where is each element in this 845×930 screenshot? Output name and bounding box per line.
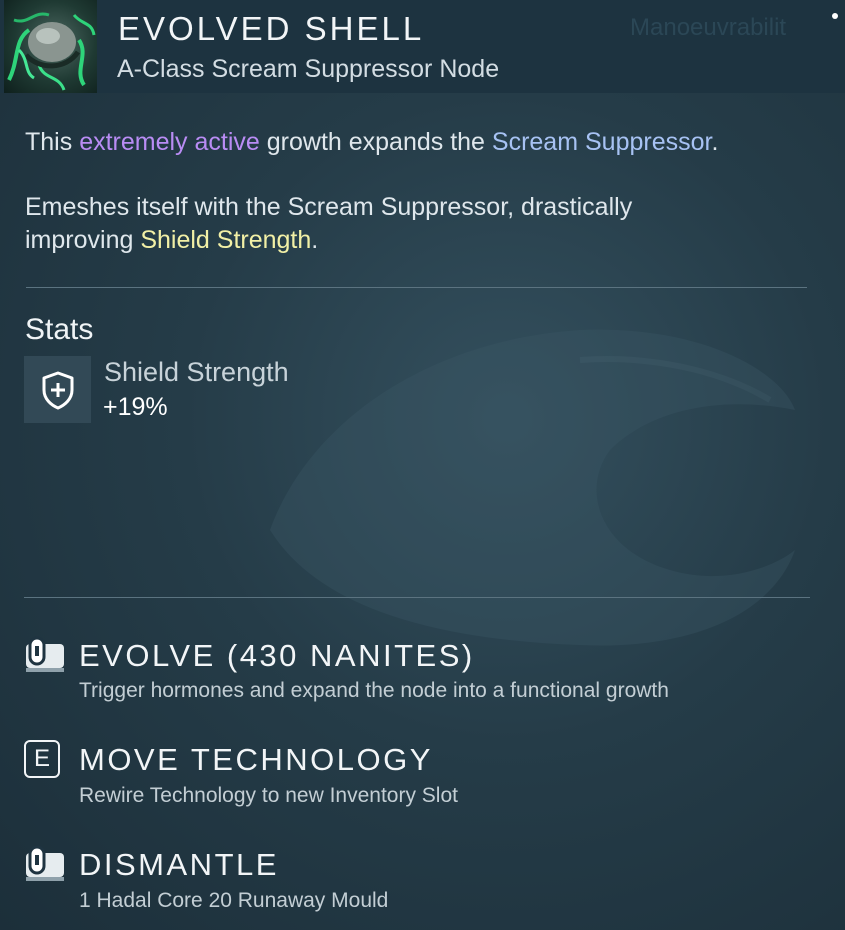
link-text: Scream Suppressor [491, 128, 712, 156]
key-e-icon: E [24, 740, 60, 778]
description-paragraph-1: This extremely active growth expands the… [25, 128, 719, 156]
divider [26, 287, 807, 288]
move-technology-action-description: Rewire Technology to new Inventory Slot [79, 784, 458, 807]
highlight-text: extremely active [79, 128, 260, 156]
mouse-left-click-icon [26, 845, 64, 881]
background-ship-silhouette [270, 329, 795, 646]
organic-shell-node-icon [4, 0, 97, 93]
stat-value: +19% [103, 393, 168, 421]
stat-name: Shield Strength [104, 357, 289, 387]
indicator-dot [832, 13, 838, 19]
evolve-action-title: EVOLVE (430 NANITES) [79, 638, 475, 673]
move-technology-action-title: MOVE TECHNOLOGY [79, 742, 433, 777]
highlight-text: Shield Strength [140, 226, 312, 254]
evolve-action-description: Trigger hormones and expand the node int… [79, 679, 669, 702]
description-paragraph-2: Emeshes itself with the Scream Suppresso… [25, 193, 633, 254]
stats-heading: Stats [25, 313, 94, 346]
header-bar: EVOLVED SHELL A-Class Scream Suppressor … [0, 0, 845, 93]
divider [24, 597, 810, 598]
mouse-left-click-icon [26, 636, 64, 672]
dismantle-action-description: 1 Hadal Core 20 Runaway Mould [79, 889, 389, 912]
faded-header-label: Manoeuvrabilit [630, 14, 787, 41]
item-subtitle: A-Class Scream Suppressor Node [117, 55, 500, 83]
item-title: EVOLVED SHELL [118, 10, 425, 47]
shield-plus-icon [24, 356, 91, 423]
dismantle-action-title: DISMANTLE [79, 847, 279, 882]
